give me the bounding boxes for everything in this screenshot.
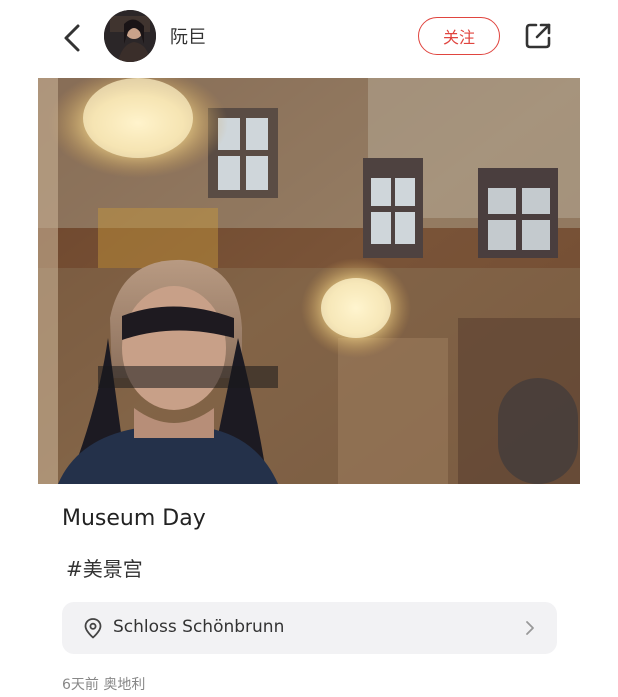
- username[interactable]: 阮巨: [170, 23, 206, 49]
- map-pin-icon: [84, 618, 102, 639]
- chevron-right-icon: [526, 621, 534, 635]
- location-row[interactable]: Schloss Schönbrunn: [62, 602, 557, 654]
- hashtag-link[interactable]: #美景宫: [66, 553, 143, 582]
- avatar[interactable]: [104, 10, 156, 62]
- museum-photo-image: [38, 78, 580, 484]
- post-header: 阮巨 关注: [0, 0, 618, 76]
- post-title: Museum Day: [62, 506, 206, 531]
- post-photo[interactable]: [38, 78, 580, 484]
- back-chevron-icon[interactable]: [58, 20, 88, 56]
- avatar-image: [104, 10, 156, 62]
- follow-button[interactable]: 关注: [418, 17, 500, 55]
- location-name: Schloss Schönbrunn: [113, 617, 285, 637]
- post-meta: 6天前 奥地利: [62, 677, 146, 693]
- share-icon[interactable]: [522, 20, 554, 52]
